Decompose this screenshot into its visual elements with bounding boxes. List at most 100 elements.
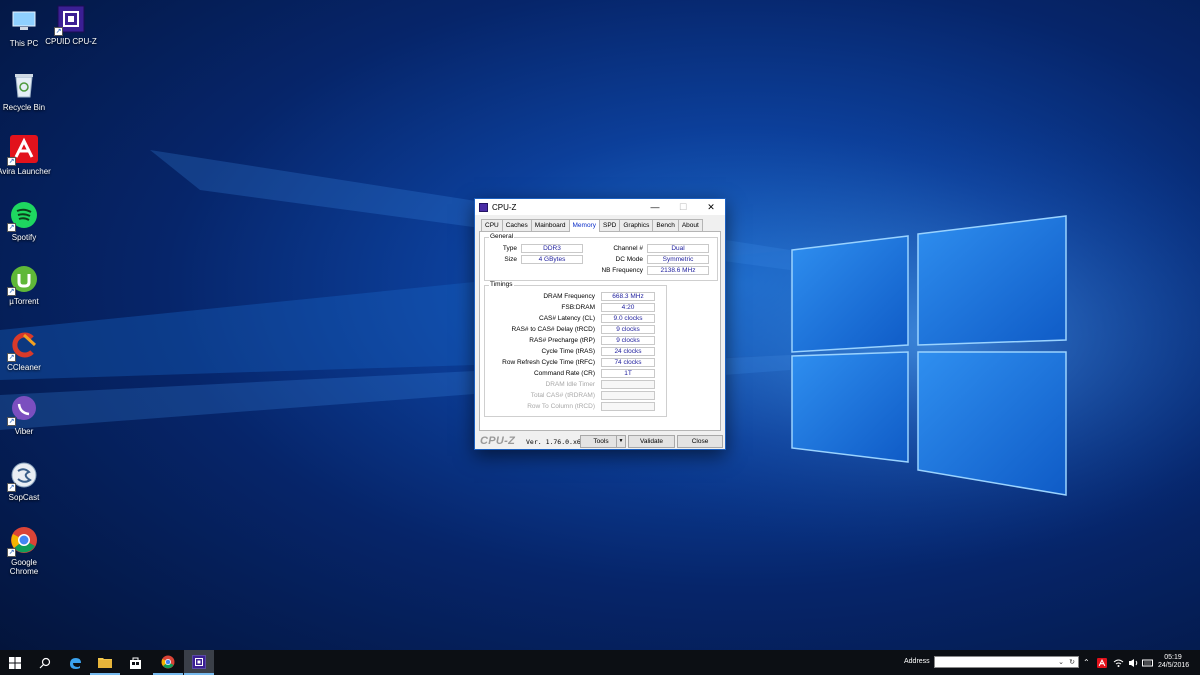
search-icon	[39, 657, 51, 668]
desktop-icon-avira[interactable]: ↗ Avira Launcher	[0, 134, 52, 176]
tab-mainboard[interactable]: Mainboard	[530, 219, 570, 231]
dram-frequency-value: 668.3 MHz	[601, 292, 655, 301]
shortcut-arrow-icon: ↗	[7, 417, 16, 426]
row-refresh-label: Row Refresh Cycle Time (tRFC)	[502, 359, 595, 366]
edge-button[interactable]	[60, 650, 90, 675]
fsb-dram-value: 4:20	[601, 303, 655, 312]
channel-label: Channel #	[613, 245, 643, 252]
store-button[interactable]	[120, 650, 150, 675]
cycle-time-label: Cycle Time (tRAS)	[541, 348, 595, 355]
close-button[interactable]: Close	[677, 435, 723, 448]
size-label: Size	[504, 256, 517, 263]
this-pc-icon	[9, 6, 39, 36]
language-tray-button[interactable]	[1142, 650, 1153, 675]
ras-to-cas-value: 9 clocks	[601, 325, 655, 334]
tab-bar: CPU Caches Mainboard Memory SPD Graphics…	[481, 219, 703, 232]
shortcut-arrow-icon: ↗	[54, 27, 63, 36]
desktop-icon-recycle-bin[interactable]: Recycle Bin	[0, 70, 52, 112]
tools-dropdown-button[interactable]: ▼	[616, 435, 626, 448]
avira-icon	[1097, 657, 1107, 668]
show-hidden-icons-button[interactable]: ⌃	[1083, 650, 1090, 675]
cpuz-brand-logo: CPU-Z	[480, 435, 516, 447]
desktop-icon-chrome[interactable]: ↗ Google Chrome	[0, 525, 52, 576]
desktop-icon-label: Google Chrome	[9, 558, 39, 576]
maximize-button[interactable]: ☐	[671, 199, 695, 215]
cas-latency-value: 9.0 clocks	[601, 314, 655, 323]
row-to-column-label: Row To Column (tRCD)	[527, 403, 595, 410]
cpuz-taskbar-button[interactable]	[184, 650, 214, 675]
desktop-icon-label: Recycle Bin	[2, 103, 46, 112]
ras-to-cas-label: RAS# to CAS# Delay (tRCD)	[511, 326, 595, 333]
desktop-icon-label: Viber	[14, 427, 34, 436]
timings-group-label: Timings	[489, 281, 514, 289]
viber-icon: ↗	[7, 394, 39, 426]
type-label: Type	[502, 245, 517, 252]
avira-icon: ↗	[7, 134, 39, 166]
file-explorer-button[interactable]	[90, 650, 120, 675]
shortcut-arrow-icon: ↗	[7, 548, 16, 557]
nb-frequency-value: 2138.6 MHz	[647, 266, 709, 275]
desktop-icon-spotify[interactable]: ↗ Spotify	[0, 200, 52, 242]
tab-spd[interactable]: SPD	[598, 219, 621, 231]
dram-frequency-label: DRAM Frequency	[543, 293, 595, 300]
general-group: General Type DDR3 Size 4 GBytes Channel …	[484, 233, 718, 281]
tab-cpu[interactable]: CPU	[481, 219, 503, 231]
ras-precharge-label: RAS# Precharge (tRP)	[529, 337, 595, 344]
nb-frequency-label: NB Frequency	[601, 267, 643, 274]
volume-tray-button[interactable]	[1128, 650, 1139, 675]
tab-bench[interactable]: Bench	[652, 219, 679, 231]
command-rate-value: 1T	[601, 369, 655, 378]
network-tray-button[interactable]	[1113, 650, 1124, 675]
search-button[interactable]	[30, 650, 60, 675]
avira-tray-button[interactable]	[1097, 650, 1107, 675]
file-explorer-icon	[98, 657, 112, 668]
edge-icon	[70, 657, 81, 669]
validate-button[interactable]: Validate	[628, 435, 675, 448]
cpuz-icon: ↗	[54, 4, 86, 36]
version-label: Ver. 1.76.0.x64	[526, 438, 585, 446]
general-group-label: General	[489, 233, 515, 241]
chevron-up-icon: ⌃	[1083, 658, 1090, 667]
title-bar[interactable]: CPU-Z — ☐ ✕	[475, 199, 725, 215]
refresh-icon[interactable]: ↻	[1069, 657, 1075, 668]
clock-time: 05:19	[1164, 654, 1182, 661]
minimize-button[interactable]: —	[643, 199, 667, 215]
total-cas-value	[601, 391, 655, 400]
command-rate-label: Command Rate (CR)	[533, 370, 595, 377]
start-icon	[9, 656, 21, 669]
close-window-button[interactable]: ✕	[699, 199, 723, 215]
tab-graphics[interactable]: Graphics	[619, 219, 654, 231]
desktop-icon-label: CCleaner	[7, 363, 41, 372]
shortcut-arrow-icon: ↗	[7, 353, 16, 362]
type-value: DDR3	[521, 244, 583, 253]
store-icon	[129, 657, 141, 669]
shortcut-arrow-icon: ↗	[7, 287, 16, 296]
tab-memory[interactable]: Memory	[568, 219, 600, 232]
dc-mode-label: DC Mode	[615, 256, 643, 263]
cpuz-window[interactable]: CPU-Z — ☐ ✕ CPU Caches Mainboard Memory …	[474, 198, 726, 450]
spotify-icon: ↗	[7, 200, 39, 232]
desktop-icon-label: Spotify	[11, 233, 37, 242]
address-input[interactable]: ⌄ ↻	[934, 656, 1079, 668]
desktop-icon-utorrent[interactable]: ↗ µTorrent	[0, 264, 52, 306]
ccleaner-icon: ↗	[7, 330, 39, 362]
tab-caches[interactable]: Caches	[501, 219, 532, 231]
chevron-down-icon[interactable]: ⌄	[1058, 657, 1064, 668]
size-value: 4 GBytes	[521, 255, 583, 264]
keyboard-icon	[1142, 659, 1153, 666]
cycle-time-value: 24 clocks	[601, 347, 655, 356]
row-refresh-value: 74 clocks	[601, 358, 655, 367]
system-clock[interactable]: 05:19 24/5/2016	[1158, 654, 1189, 670]
desktop-icon-label: Avira Launcher	[0, 167, 51, 176]
recycle-bin-icon	[9, 70, 39, 100]
tab-about[interactable]: About	[677, 219, 703, 231]
window-footer: CPU-Z Ver. 1.76.0.x64 Tools ▼ Validate C…	[475, 435, 725, 449]
desktop-icon-ccleaner[interactable]: ↗ CCleaner	[0, 330, 52, 372]
speaker-icon	[1129, 658, 1138, 667]
desktop-icon-viber[interactable]: ↗ Viber	[0, 394, 52, 436]
desktop-icon-sopcast[interactable]: ↗ SopCast	[0, 460, 52, 502]
start-button[interactable]	[0, 650, 30, 675]
desktop-icon-cpuz[interactable]: ↗ CPUID CPU-Z	[43, 4, 99, 46]
chrome-taskbar-button[interactable]	[153, 650, 183, 675]
taskbar: Address ⌄ ↻ ⌃ 05:19 24/5/2016	[0, 650, 1200, 675]
